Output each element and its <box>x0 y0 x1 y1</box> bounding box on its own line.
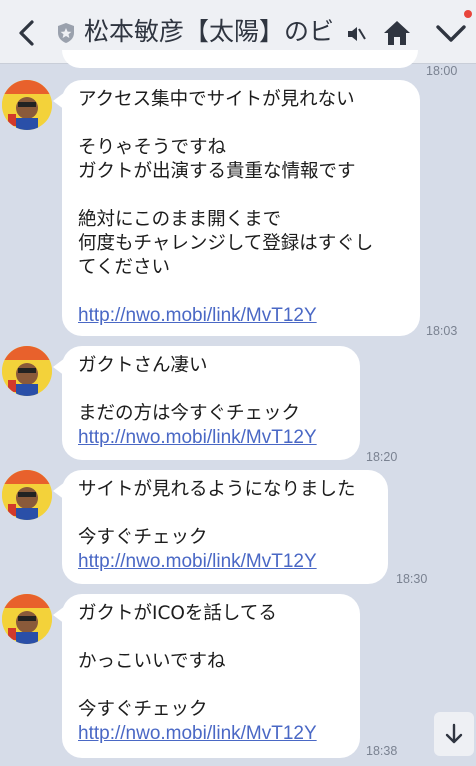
avatar-image <box>2 346 52 396</box>
message-time: 18:03 <box>426 324 458 338</box>
message-time: 18:30 <box>396 572 428 586</box>
message-link[interactable]: http://nwo.mobi/link/MvT12Y <box>78 426 344 450</box>
message-bubble: アクセス集中でサイトが見れない そりゃそうですね ガクトが出演する貴重な情報です… <box>53 80 420 336</box>
message-text <box>78 378 344 402</box>
message-text: そりゃそうですね <box>78 137 227 158</box>
avatar-image <box>2 470 52 520</box>
message-bubble: ガクトがICOを話してる かっこいいですね 今すぐチェック http://nwo… <box>53 594 360 758</box>
menu-button[interactable] <box>434 18 468 48</box>
message-link[interactable]: http://nwo.mobi/link/MvT12Y <box>78 722 344 746</box>
message-text: アクセス集中でサイトが見れない <box>78 89 355 110</box>
message-time: 18:00 <box>426 64 458 78</box>
scroll-to-bottom-button[interactable] <box>434 712 474 756</box>
message-text <box>78 112 404 136</box>
message-text: ガクトが出演する貴重な情報です <box>78 161 356 182</box>
message-text: ガクトさん凄い <box>78 355 208 376</box>
mute-icon <box>348 27 366 41</box>
message-text: 絶対にこのまま開くまで <box>78 209 282 230</box>
message-text <box>78 280 404 304</box>
message-text <box>78 674 344 698</box>
message-text <box>78 626 344 650</box>
message-text: 今すぐチェック <box>78 527 208 548</box>
chevron-left-icon <box>19 20 34 46</box>
message-link[interactable]: http://nwo.mobi/link/MvT12Y <box>78 550 372 574</box>
avatar[interactable] <box>2 346 52 396</box>
message-text: ガクトがICOを話してる <box>78 603 277 624</box>
message-text: 今すぐチェック <box>78 699 208 720</box>
message-text: まだの方は今すぐチェック <box>78 403 301 424</box>
home-button[interactable] <box>382 18 412 48</box>
message-bubble: ガクトさん凄い まだの方は今すぐチェック http://nwo.mobi/lin… <box>53 346 360 460</box>
message-time: 18:20 <box>366 450 398 464</box>
message-text: かっこいいですね <box>78 651 226 672</box>
notification-dot <box>464 10 472 18</box>
message-bubble: サイトが見れるようになりました 今すぐチェック http://nwo.mobi/… <box>53 470 388 584</box>
avatar[interactable] <box>2 470 52 520</box>
message-text <box>78 502 372 526</box>
back-button[interactable] <box>14 18 40 48</box>
avatar[interactable] <box>2 80 52 130</box>
message-text: てください <box>78 257 170 278</box>
message-text <box>78 184 404 208</box>
previous-message-bubble <box>62 50 418 68</box>
message-link[interactable]: http://nwo.mobi/link/MvT12Y <box>78 304 404 328</box>
message-time: 18:38 <box>366 744 398 758</box>
avatar-image <box>2 594 52 644</box>
avatar-image <box>2 80 52 130</box>
shield-icon <box>58 23 74 43</box>
chevron-down-icon <box>436 25 466 42</box>
message-text: 何度もチャレンジして登録はすぐし <box>78 233 374 254</box>
home-icon <box>384 21 410 45</box>
chat-title: 松本敏彦【太陽】のビ... <box>84 17 334 46</box>
arrow-down-icon <box>445 723 463 744</box>
avatar[interactable] <box>2 594 52 644</box>
message-text: サイトが見れるようになりました <box>78 479 356 500</box>
